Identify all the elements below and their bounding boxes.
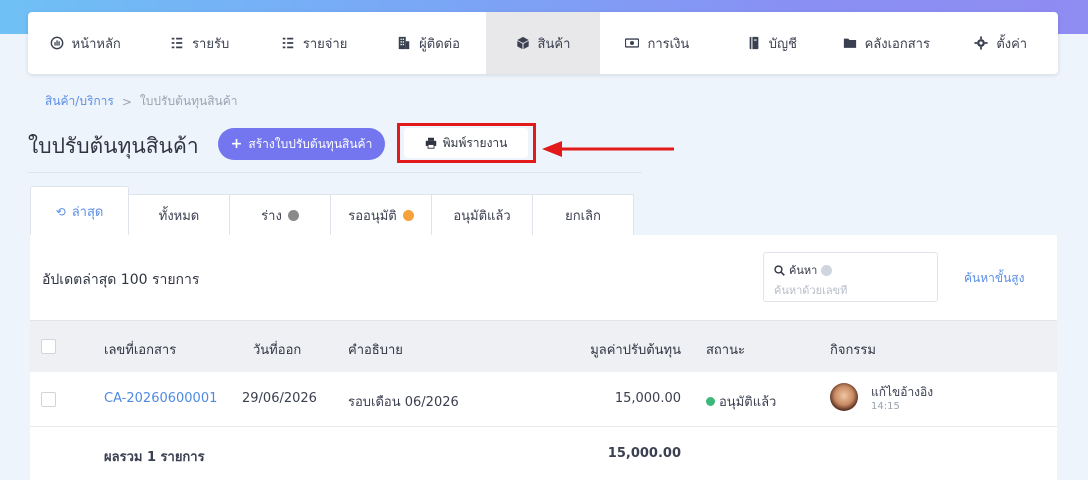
search-label: ค้นหา (789, 264, 818, 277)
breadcrumb-current: ใบปรับต้นทุนสินค้า (139, 94, 238, 108)
nav-item-label: ตั้งค่า (996, 36, 1028, 52)
nav-item-contacts[interactable]: ผู้ติดต่อ (371, 12, 485, 74)
tab-label: ทั้งหมด (158, 208, 200, 224)
search-box[interactable]: ค้นหา (763, 252, 938, 302)
history-icon: ⟲ (55, 204, 66, 219)
nav-item-products[interactable]: สินค้า (485, 12, 601, 74)
header-description[interactable]: คำอธิบาย (348, 339, 403, 360)
list-icon (281, 36, 295, 50)
nav-item-documents[interactable]: คลังเอกสาร (829, 12, 943, 74)
tab-label: ร่าง (261, 208, 282, 224)
tab-label: ยกเลิก (565, 208, 601, 224)
tab-label: อนุมัติแล้ว (453, 208, 511, 224)
nav-item-label: คลังเอกสาร (864, 36, 930, 52)
draft-status-dot (287, 209, 299, 221)
search-input[interactable] (774, 284, 914, 297)
adjustment-amount: 15,000.00 (614, 391, 681, 406)
gear-icon (974, 36, 988, 50)
header-activity: กิจกรรม (830, 343, 876, 358)
tab-label: รออนุมัติ (348, 208, 397, 224)
doc-number-link[interactable]: CA-20260600001 (104, 391, 217, 406)
printer-icon (425, 137, 437, 149)
status-tabs: ⟲ ล่าสุด ทั้งหมด ร่าง รออนุมัติ อนุมัติแ… (30, 186, 634, 236)
header-date[interactable]: วันที่ออก (253, 339, 301, 360)
tab-latest[interactable]: ⟲ ล่าสุด (30, 186, 129, 236)
nav-item-label: ผู้ติดต่อ (419, 36, 460, 52)
print-report-button[interactable]: พิมพ์รายงาน (404, 128, 528, 158)
header-status[interactable]: สถานะ (706, 339, 745, 360)
nav-item-accounting[interactable]: บัญชี (715, 12, 829, 74)
tab-approved[interactable]: อนุมัติแล้ว (432, 194, 533, 236)
search-icon (774, 264, 785, 276)
header-doc-no[interactable]: เลขที่เอกสาร (104, 339, 176, 360)
description: รอบเดือน 06/2026 (348, 395, 459, 410)
annotation-arrow-icon (542, 141, 674, 157)
table-header: เลขที่เอกสาร วันที่ออก คำอธิบาย มูลค่าปร… (30, 320, 1057, 372)
avatar (830, 383, 858, 411)
header-amount[interactable]: มูลค่าปรับต้นทุน (590, 339, 681, 360)
advanced-search-link[interactable]: ค้นหาขั้นสูง (964, 269, 1024, 288)
table-row[interactable]: CA-20260600001 29/06/2026 รอบเดือน 06/20… (30, 373, 1057, 427)
money-icon (625, 36, 640, 50)
nav-item-label: รายจ่าย (302, 36, 348, 52)
plus-icon: + (230, 136, 243, 152)
nav-item-expense[interactable]: รายจ่าย (257, 12, 371, 74)
nav-item-label: รายรับ (192, 36, 230, 52)
nav-item-label: สินค้า (537, 36, 571, 52)
title-divider (28, 172, 642, 173)
page-title: ใบปรับต้นทุนสินค้า (28, 134, 199, 158)
activity-time: 14:15 (871, 401, 900, 412)
nav-item-finance[interactable]: การเงิน (600, 12, 714, 74)
table-footer: ผลรวม 1 รายการ 15,000.00 (30, 428, 1057, 480)
tab-draft[interactable]: ร่าง (230, 194, 331, 236)
row-checkbox[interactable] (41, 392, 56, 407)
create-adjustment-button[interactable]: + สร้างใบปรับต้นทุนสินค้า (218, 128, 385, 160)
status-badge: อนุมัติแล้ว (706, 391, 776, 412)
main-navbar: หน้าหลัก รายรับ รายจ่าย ผู้ติดต่อ สินค้า… (28, 12, 1058, 74)
dashboard-icon (50, 36, 64, 50)
box-icon (516, 36, 530, 50)
footer-total-label: ผลรวม 1 รายการ (104, 450, 205, 465)
approved-status-dot (706, 397, 715, 406)
updated-count-text: อัปเดตล่าสุด 100 รายการ (42, 272, 200, 288)
pending-status-dot (402, 209, 414, 221)
breadcrumb-separator: > (121, 94, 132, 109)
footer-total-amount: 15,000.00 (607, 446, 681, 461)
documents-panel: อัปเดตล่าสุด 100 รายการ ค้นหา ค้นหาขั้นส… (30, 235, 1057, 480)
search-label-row: ค้นหา (774, 261, 927, 279)
folder-icon (843, 36, 857, 50)
list-icon (170, 36, 184, 50)
print-button-label: พิมพ์รายงาน (442, 135, 508, 150)
breadcrumb: สินค้า/บริการ > ใบปรับต้นทุนสินค้า (45, 92, 237, 111)
status-text: อนุมัติแล้ว (719, 395, 777, 410)
select-all-checkbox[interactable] (41, 339, 56, 354)
tab-pending-approval[interactable]: รออนุมัติ (331, 194, 432, 236)
building-icon (397, 36, 411, 50)
create-button-label: สร้างใบปรับต้นทุนสินค้า (248, 136, 373, 151)
nav-item-label: บัญชี (768, 36, 797, 52)
nav-item-label: การเงิน (647, 36, 690, 52)
activity-text: แก้ไขอ้างอิง (871, 385, 934, 399)
nav-item-income[interactable]: รายรับ (142, 12, 256, 74)
help-icon[interactable] (821, 264, 833, 276)
book-icon (747, 36, 761, 50)
tab-cancelled[interactable]: ยกเลิก (533, 194, 634, 236)
nav-item-label: หน้าหลัก (71, 36, 121, 52)
tab-all[interactable]: ทั้งหมด (129, 194, 230, 236)
issue-date: 29/06/2026 (242, 391, 317, 406)
breadcrumb-parent-link[interactable]: สินค้า/บริการ (45, 92, 114, 111)
nav-item-home[interactable]: หน้าหลัก (28, 12, 142, 74)
nav-item-settings[interactable]: ตั้งค่า (944, 12, 1058, 74)
tab-label: ล่าสุด (71, 205, 104, 220)
